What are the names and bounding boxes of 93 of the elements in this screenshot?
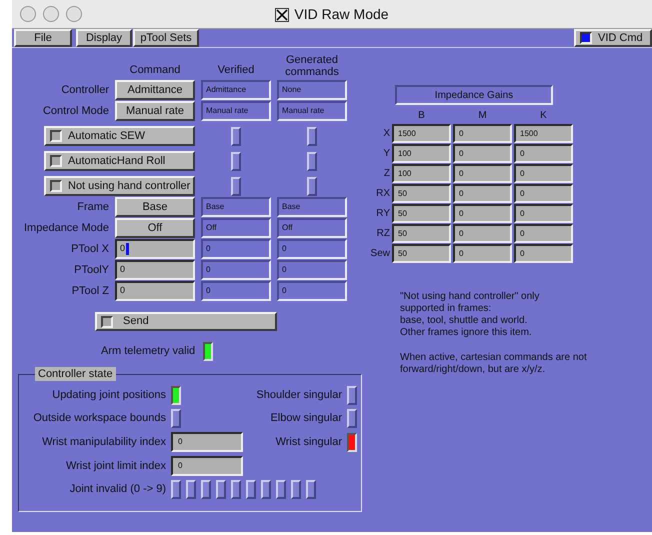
generated-value: 0: [277, 281, 347, 301]
generated-value: Base: [277, 197, 347, 217]
indicator-label: Shoulder singular: [255, 388, 342, 404]
input-field[interactable]: 0: [115, 281, 195, 301]
checkbox[interactable]: [50, 155, 62, 167]
row-label: Sew: [370, 247, 390, 261]
generated-value: Manual rate: [277, 101, 347, 121]
menu-item[interactable]: Display: [76, 29, 132, 47]
column-header: B: [417, 109, 426, 123]
column-header: Command: [128, 62, 182, 78]
verified-value: 0: [201, 260, 271, 280]
window-title: VID Raw Mode: [294, 5, 389, 24]
checkbox[interactable]: [101, 316, 113, 328]
row-label: Controller: [60, 83, 109, 98]
indicator-label: Outside workspace bounds: [32, 411, 166, 426]
verified-value: 0: [201, 239, 271, 259]
input-field[interactable]: 0: [514, 244, 573, 263]
verified-value: Admittance: [201, 80, 271, 100]
input-field[interactable]: 0: [453, 184, 512, 203]
input-field[interactable]: 50: [392, 224, 451, 243]
vid-cmd-toggle[interactable]: VID Cmd: [574, 29, 652, 47]
input-field[interactable]: 0: [514, 224, 573, 243]
indicator-label: Wrist singular: [274, 434, 342, 450]
row-label: PToolY: [73, 263, 109, 278]
input-field[interactable]: 100: [392, 144, 451, 163]
column-header: Generated commands: [284, 54, 340, 78]
generated-value: Off: [277, 218, 347, 238]
toggle-button[interactable]: Automatic SEW: [44, 126, 195, 146]
input-field[interactable]: 100: [392, 164, 451, 183]
input-field[interactable]: 0: [453, 244, 512, 263]
command-button[interactable]: Base: [115, 197, 195, 217]
x-logo-icon: [275, 8, 290, 22]
generated-value: 0: [277, 239, 347, 259]
menu-item[interactable]: pTool Sets: [133, 29, 199, 47]
checkbox[interactable]: [50, 180, 62, 192]
value-field: 0: [171, 456, 243, 476]
command-button[interactable]: Admittance: [115, 80, 195, 100]
input-field[interactable]: 0: [514, 164, 573, 183]
value-field: 0: [171, 432, 243, 452]
input-field[interactable]: 50: [392, 184, 451, 203]
indicator-label: Wrist joint limit index: [64, 458, 166, 474]
toggle-button[interactable]: Not using hand controller: [44, 176, 195, 196]
row-label: Frame: [76, 200, 109, 216]
checkbox[interactable]: [50, 130, 62, 142]
panel-title: Impedance Gains: [395, 85, 553, 105]
menu-item[interactable]: File: [14, 29, 72, 47]
generated-value: None: [277, 80, 347, 100]
group-box-title: Controller state: [35, 367, 116, 381]
input-field[interactable]: 1500: [392, 124, 451, 143]
input-field[interactable]: 0: [514, 204, 573, 223]
row-label: Control Mode: [42, 104, 109, 120]
generated-value: 0: [277, 260, 347, 280]
verified-value: Base: [201, 197, 271, 217]
note-text: "Not using hand controller" only supported in frames: base, tool, shuttle and world. Other frames ignore this item.: [400, 291, 540, 339]
row-label: Z: [382, 167, 390, 181]
row-label: RX: [375, 187, 390, 201]
verified-value: Manual rate: [201, 101, 271, 121]
input-field[interactable]: 0: [453, 204, 512, 223]
command-button[interactable]: Manual rate: [115, 101, 195, 121]
toggle-button[interactable]: AutomaticHand Roll: [44, 151, 195, 171]
input-field[interactable]: 0: [115, 239, 195, 259]
row-label: Impedance Mode: [23, 221, 109, 236]
indicator-label: Updating joint positions: [51, 388, 166, 404]
text-cursor: [126, 243, 130, 255]
column-header: K: [539, 109, 548, 123]
input-field[interactable]: 50: [392, 204, 451, 223]
row-label: X: [382, 127, 390, 141]
input-field[interactable]: 0: [514, 144, 573, 163]
send-button[interactable]: Send: [95, 312, 277, 331]
row-label: RZ: [376, 227, 390, 241]
input-field[interactable]: 0: [514, 184, 573, 203]
checkbox[interactable]: [580, 32, 592, 44]
input-field[interactable]: 1500: [514, 124, 573, 143]
note-text: When active, cartesian commands are not forward/right/down, but are x/y/z.: [400, 352, 588, 376]
input-field[interactable]: 0: [453, 224, 512, 243]
indicator-label: Joint invalid (0 -> 9): [68, 482, 166, 498]
command-button[interactable]: Off: [115, 218, 195, 238]
indicator-label: Elbow singular: [269, 411, 342, 426]
indicator-label: Arm telemetry valid: [101, 344, 196, 360]
row-label: RY: [375, 207, 390, 221]
input-field[interactable]: 50: [392, 244, 451, 263]
verified-value: 0: [201, 281, 271, 301]
row-label: Y: [382, 147, 390, 161]
input-field[interactable]: 0: [453, 144, 512, 163]
row-label: PTool Z: [70, 284, 109, 300]
row-label: PTool X: [70, 242, 109, 258]
input-field[interactable]: 0: [115, 260, 195, 280]
input-field[interactable]: 0: [453, 164, 512, 183]
column-header: M: [477, 109, 488, 123]
verified-value: Off: [201, 218, 271, 238]
column-header: Verified: [216, 62, 256, 78]
input-field[interactable]: 0: [453, 124, 512, 143]
indicator-label: Wrist manipulability index: [41, 434, 166, 450]
